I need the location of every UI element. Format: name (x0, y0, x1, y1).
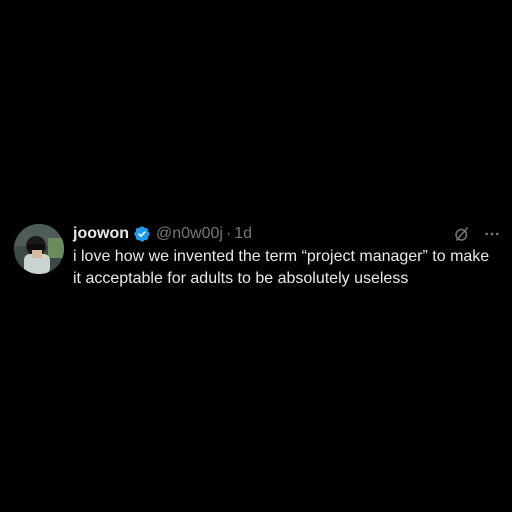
handle[interactable]: @n0w00j (156, 224, 223, 244)
display-name[interactable]: joowon (73, 224, 129, 244)
tweet-actions (453, 224, 501, 244)
more-options-icon[interactable] (483, 225, 501, 243)
timestamp[interactable]: 1d (234, 224, 252, 244)
avatar[interactable] (14, 224, 64, 274)
separator: · (225, 225, 232, 242)
tweet-text: i love how we invented the term “project… (73, 248, 490, 287)
grok-icon[interactable] (453, 225, 471, 243)
avatar-image (14, 224, 64, 274)
tweet[interactable]: joowon @n0w00j · 1d i love how we invent… (14, 224, 502, 294)
tweet-content: joowon @n0w00j · 1d i love how we invent… (73, 224, 501, 290)
verified-badge-icon (133, 225, 151, 243)
tweet-header: joowon @n0w00j · 1d (73, 224, 501, 244)
